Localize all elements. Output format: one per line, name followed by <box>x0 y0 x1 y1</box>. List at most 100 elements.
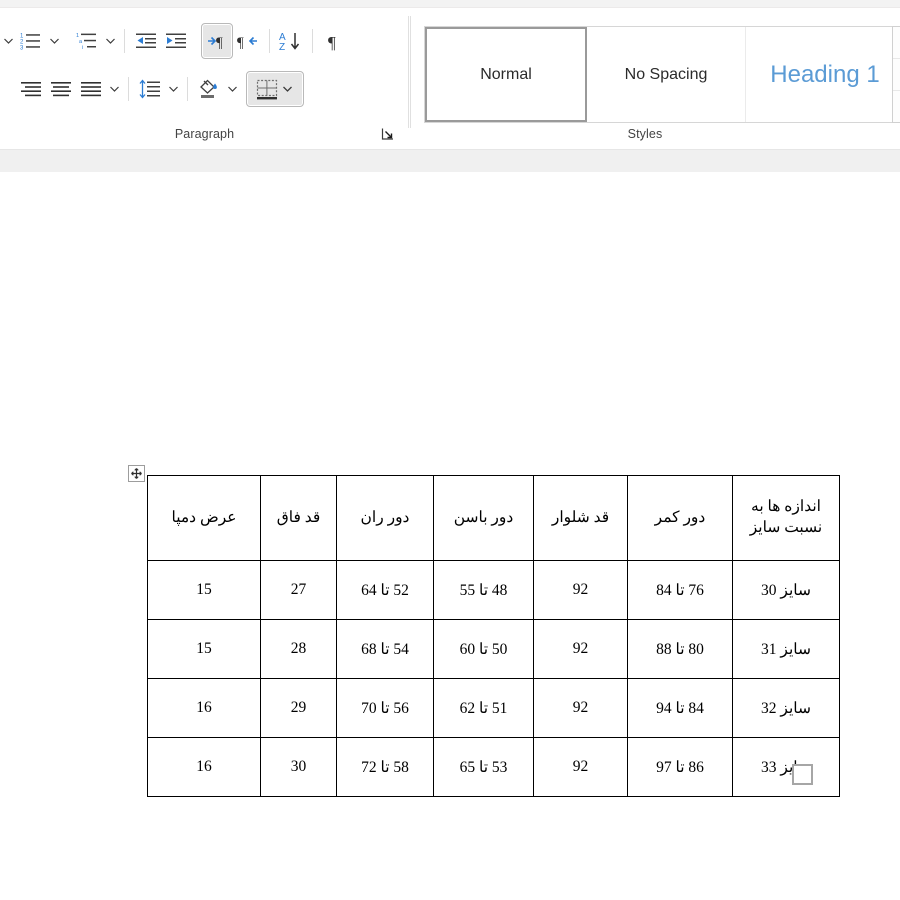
style-item-no-spacing[interactable]: No Spacing <box>587 27 746 122</box>
cell-waist: 84 تا 94 <box>627 678 733 738</box>
cell-hip: 51 تا 62 <box>433 678 534 738</box>
paragraph-group-label: Paragraph <box>174 127 235 141</box>
numbering-caret[interactable] <box>46 24 62 58</box>
styles-group-label: Styles <box>627 127 663 141</box>
document-canvas[interactable]: اندازه ها به نسبت سایز دور کمر قد شلوار … <box>0 172 900 900</box>
justify-icon <box>79 79 103 99</box>
cell-size: سایز 31 <box>732 619 840 679</box>
styles-scroll-down-icon[interactable]: ▼ <box>893 59 900 91</box>
size-chart-table[interactable]: اندازه ها به نسبت سایز دور کمر قد شلوار … <box>147 475 840 797</box>
table-header-cell-hip: دور باسن <box>433 475 534 561</box>
shading-button[interactable] <box>194 72 224 106</box>
pilcrow-icon: ¶ <box>325 31 343 51</box>
shading-caret[interactable] <box>224 72 240 106</box>
cell-waist: 76 تا 84 <box>627 560 733 620</box>
cell-pant-length: 92 <box>533 737 628 797</box>
toolbar-divider <box>128 77 129 101</box>
table-row: سایز 32 84 تا 94 92 51 تا 62 56 تا 70 29… <box>147 678 840 738</box>
styles-gallery-scroll: ▲ ▼ ▾ <box>892 26 900 123</box>
align-right-icon <box>19 79 43 99</box>
ribbon-bottom-band <box>0 149 900 173</box>
ribbon-group-styles: Normal No Spacing Heading 1 ▲ ▼ ▾ Styles <box>410 8 900 149</box>
cell-rise: 28 <box>260 619 337 679</box>
ribbon-group-paragraph: 1 2 3 1 a i ¶ ¶ A Z ¶ Paragraph <box>0 8 409 149</box>
styles-gallery: Normal No Spacing Heading 1 <box>424 26 900 123</box>
show-formatting-marks-button[interactable]: ¶ <box>319 24 349 58</box>
cell-rise: 27 <box>260 560 337 620</box>
cell-waist: 80 تا 88 <box>627 619 733 679</box>
table-row: سایز 33 86 تا 97 92 53 تا 65 58 تا 72 30… <box>147 737 840 797</box>
left-to-right-text-direction-button[interactable]: ¶ <box>233 24 263 58</box>
style-item-heading-1[interactable]: Heading 1 <box>746 27 900 122</box>
cell-pant-length: 92 <box>533 560 628 620</box>
svg-text:i: i <box>82 45 83 51</box>
cell-hem-width: 16 <box>147 737 261 797</box>
window-top-strip <box>0 0 900 8</box>
cell-waist: 86 تا 97 <box>627 737 733 797</box>
borders-icon <box>255 78 279 100</box>
multilevel-list-icon: 1 a i <box>76 31 98 51</box>
cell-hem-width: 15 <box>147 560 261 620</box>
paragraph-dialog-launcher[interactable] <box>381 127 397 143</box>
right-to-left-text-direction-button[interactable]: ¶ <box>201 23 233 59</box>
table-resize-handle[interactable] <box>792 764 813 785</box>
table-row: سایز 31 80 تا 88 92 50 تا 60 54 تا 68 28… <box>147 619 840 679</box>
sort-button[interactable]: A Z <box>276 24 306 58</box>
svg-text:¶: ¶ <box>328 33 336 51</box>
cell-thigh: 54 تا 68 <box>336 619 434 679</box>
table-header-cell-pant-length: قد شلوار <box>533 475 628 561</box>
size-chart-table-wrapper: اندازه ها به نسبت سایز دور کمر قد شلوار … <box>147 475 840 797</box>
align-right-button[interactable] <box>16 72 46 106</box>
cell-thigh: 56 تا 70 <box>336 678 434 738</box>
styles-scroll-up-icon[interactable]: ▲ <box>893 27 900 59</box>
style-item-heading-1-label: Heading 1 <box>770 60 880 88</box>
table-header-cell-hem-width: عرض دمپا <box>147 475 261 561</box>
cell-rise: 30 <box>260 737 337 797</box>
align-center-button[interactable] <box>46 72 76 106</box>
table-move-handle[interactable] <box>128 465 145 482</box>
cell-hip: 48 تا 55 <box>433 560 534 620</box>
numbering-button[interactable]: 1 2 3 <box>16 24 46 58</box>
decrease-indent-button[interactable] <box>131 24 161 58</box>
borders-button[interactable] <box>246 71 304 107</box>
rtl-paragraph-icon: ¶ <box>205 31 229 51</box>
toolbar-divider <box>124 29 125 53</box>
word-document-window: 1 2 3 1 a i ¶ ¶ A Z ¶ Paragraph Normal N… <box>0 0 900 900</box>
svg-text:Z: Z <box>279 42 285 52</box>
bullets-caret[interactable] <box>0 24 16 58</box>
styles-more-icon[interactable]: ▾ <box>893 91 900 122</box>
cell-hip: 53 تا 65 <box>433 737 534 797</box>
cell-pant-length: 92 <box>533 619 628 679</box>
cell-hem-width: 15 <box>147 619 261 679</box>
paragraph-toolbar-row-1: 1 2 3 1 a i ¶ ¶ A Z ¶ <box>0 22 349 60</box>
style-item-normal[interactable]: Normal <box>425 27 587 122</box>
line-spacing-icon <box>138 79 162 99</box>
cell-hem-width: 16 <box>147 678 261 738</box>
group-separator <box>408 16 409 128</box>
multilevel-list-button[interactable]: 1 a i <box>72 24 102 58</box>
cell-rise: 29 <box>260 678 337 738</box>
group-separator <box>410 16 411 128</box>
table-header-cell-waist: دور کمر <box>627 475 733 561</box>
justify-button[interactable] <box>76 72 106 106</box>
table-header-cell-rise: قد فاق <box>260 475 337 561</box>
line-spacing-button[interactable] <box>135 72 165 106</box>
sort-az-icon: A Z <box>278 30 304 52</box>
cell-hip: 50 تا 60 <box>433 619 534 679</box>
line-spacing-caret[interactable] <box>165 72 181 106</box>
ribbon: 1 2 3 1 a i ¶ ¶ A Z ¶ Paragraph Normal N… <box>0 8 900 149</box>
justify-caret[interactable] <box>106 72 122 106</box>
increase-indent-button[interactable] <box>161 24 191 58</box>
toolbar-divider <box>187 77 188 101</box>
style-item-no-spacing-label: No Spacing <box>624 65 708 83</box>
cell-size: سایز 30 <box>732 560 840 620</box>
numbered-list-icon: 1 2 3 <box>20 31 42 51</box>
cell-pant-length: 92 <box>533 678 628 738</box>
toolbar-divider <box>312 29 313 53</box>
ltr-paragraph-icon: ¶ <box>236 31 260 51</box>
increase-indent-icon <box>164 31 188 51</box>
multilevel-list-caret[interactable] <box>102 24 118 58</box>
style-item-normal-label: Normal <box>480 65 532 83</box>
table-header-cell-thigh: دور ران <box>336 475 434 561</box>
borders-caret[interactable] <box>279 72 295 106</box>
